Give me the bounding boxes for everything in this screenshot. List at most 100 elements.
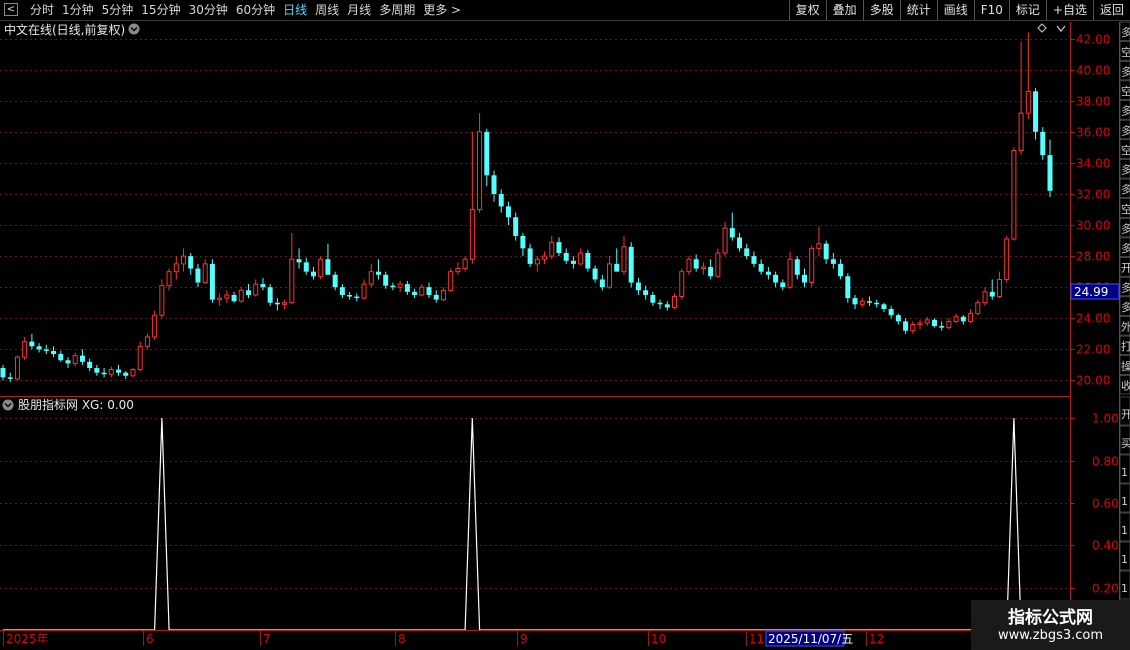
candle <box>29 333 35 350</box>
period-tab-6[interactable]: 日线 <box>279 0 311 20</box>
period-tab-7[interactable]: 周线 <box>311 0 343 20</box>
time-cursor-label: 2025/11/07/五 <box>768 632 853 646</box>
period-tab-10[interactable]: 更多 > <box>419 0 465 20</box>
main-side-tab-label: 多 <box>1121 300 1130 314</box>
candle <box>238 287 244 303</box>
period-tab-0[interactable]: 分时 <box>26 0 58 20</box>
period-tab-8[interactable]: 月线 <box>343 0 375 20</box>
candle <box>527 243 533 268</box>
time-axis: 2025年 6 7 8 9 10 11 12 <box>3 631 884 646</box>
candle <box>1025 32 1031 120</box>
price-tick-label: 36.00 <box>1076 126 1110 140</box>
price-tick-label: 40.00 <box>1076 64 1110 78</box>
candle <box>246 284 252 299</box>
kline-chart[interactable]: 42.00 40.00 38.00 36.00 34.00 32.00 30.00 28.00… <box>0 0 1130 650</box>
candle <box>282 299 288 309</box>
candle <box>534 256 540 272</box>
back-square-icon[interactable]: < <box>4 3 18 16</box>
tool-button-8[interactable]: 返回 <box>1092 0 1130 20</box>
candle <box>910 321 916 334</box>
candle <box>65 357 71 369</box>
candle <box>1040 127 1046 160</box>
candle <box>780 279 786 291</box>
candle <box>845 273 851 303</box>
candle <box>773 271 779 288</box>
candle <box>592 265 598 283</box>
main-side-tab-label: 多 <box>1121 241 1130 255</box>
tool-button-1[interactable]: 叠加 <box>825 0 863 20</box>
candle <box>43 344 49 355</box>
period-tab-5[interactable]: 60分钟 <box>232 0 279 20</box>
price-tick-label: 24.00 <box>1076 312 1110 326</box>
tool-button-3[interactable]: 统计 <box>899 0 937 20</box>
candle <box>412 288 418 299</box>
tool-button-2[interactable]: 多股 <box>862 0 900 20</box>
candle <box>960 315 966 325</box>
candle <box>51 346 57 358</box>
period-tab-3[interactable]: 15分钟 <box>137 0 184 20</box>
candle <box>361 279 367 300</box>
time-label: 9 <box>520 632 528 646</box>
candle <box>794 256 800 280</box>
indicator-tick-label: 0.80 <box>1092 455 1119 469</box>
candle <box>679 268 685 300</box>
candle <box>693 254 699 272</box>
candle <box>375 259 381 280</box>
main-side-tab-label: 多 <box>1121 64 1130 78</box>
candle <box>982 287 988 306</box>
indicator-tick-label: 0.60 <box>1092 497 1119 511</box>
main-panel-menu-icon[interactable] <box>128 23 140 35</box>
tool-button-5[interactable]: F10 <box>973 0 1009 20</box>
main-side-tab-label: 开 <box>1121 262 1130 275</box>
indicator-tick-label: 1.00 <box>1092 412 1119 426</box>
tool-button-4[interactable]: 画线 <box>936 0 974 20</box>
candle <box>130 368 136 378</box>
candle <box>570 256 576 269</box>
candle <box>722 221 728 257</box>
price-tick-label: 30.00 <box>1076 219 1110 233</box>
candle <box>274 298 280 311</box>
candle <box>79 349 85 365</box>
candle <box>563 248 569 264</box>
period-tab-9[interactable]: 多周期 <box>375 0 419 20</box>
candle <box>433 290 439 303</box>
tool-button-7[interactable]: +自选 <box>1045 0 1093 20</box>
candle <box>737 232 743 252</box>
candle <box>181 248 187 272</box>
candle <box>700 262 706 275</box>
watermark-title: 指标公式网 <box>1008 608 1093 628</box>
indicator-side-tab-label: 1 <box>1121 582 1128 595</box>
candle <box>87 358 93 372</box>
candle <box>729 212 735 241</box>
candle <box>159 279 165 319</box>
candle <box>751 251 757 268</box>
candle <box>578 248 584 266</box>
candle <box>22 336 28 361</box>
candle <box>996 271 1002 299</box>
candle <box>823 240 829 264</box>
candle <box>224 290 230 303</box>
candle <box>123 371 129 379</box>
tool-button-6[interactable]: 标记 <box>1008 0 1046 20</box>
candle <box>202 259 208 285</box>
candle <box>801 268 807 288</box>
candle <box>542 251 548 264</box>
candle <box>267 284 273 306</box>
period-tab-4[interactable]: 30分钟 <box>185 0 232 20</box>
candle <box>469 131 475 264</box>
indicator-menu-icon[interactable] <box>2 399 14 411</box>
period-tab-1[interactable]: 1分钟 <box>58 0 98 20</box>
diamond-icon[interactable] <box>1037 23 1047 33</box>
candle <box>715 248 721 278</box>
candle <box>260 277 266 291</box>
price-axis: 42.00 40.00 38.00 36.00 34.00 32.00 30.00 28.00… <box>1070 33 1110 388</box>
candle <box>852 294 858 309</box>
period-tab-2[interactable]: 5分钟 <box>98 0 138 20</box>
tool-button-0[interactable]: 复权 <box>788 0 826 20</box>
candle <box>686 256 692 275</box>
main-side-tab-label: 多 <box>1121 104 1130 118</box>
candle <box>968 308 974 323</box>
candle <box>1033 88 1039 140</box>
candle <box>917 319 923 330</box>
collapse-icon[interactable] <box>1056 25 1066 32</box>
